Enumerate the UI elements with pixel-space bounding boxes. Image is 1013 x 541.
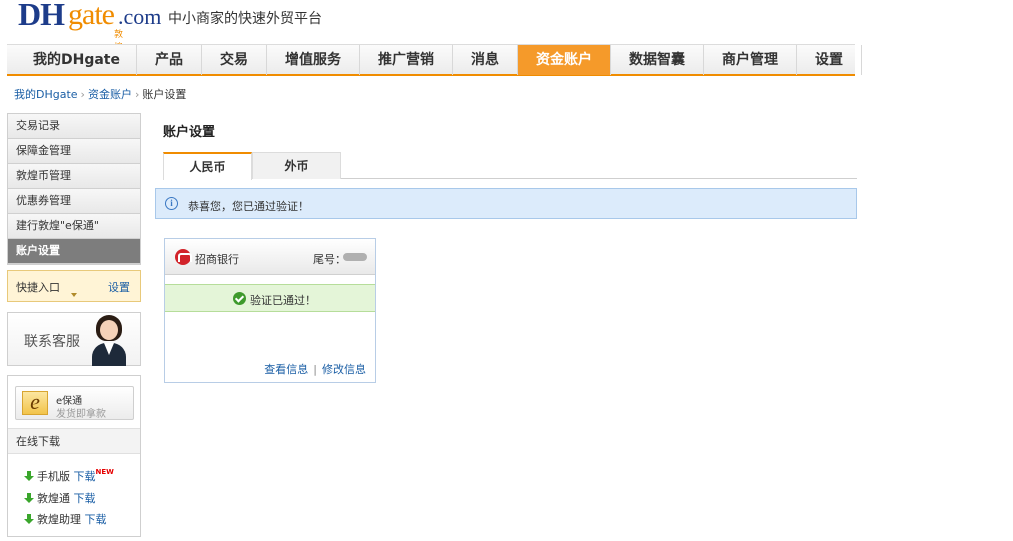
nav-data-insight[interactable]: 数据智囊 xyxy=(611,45,704,75)
breadcrumb-current: 账户设置 xyxy=(142,88,187,101)
sidebar-item-deposit[interactable]: 保障金管理 xyxy=(8,139,140,164)
card-links: 查看信息 | 修改信息 xyxy=(264,361,366,377)
page-title: 账户设置 xyxy=(163,125,216,140)
download-mobile-link[interactable]: 下载 xyxy=(74,470,96,483)
nav-settings[interactable]: 设置 xyxy=(797,45,862,75)
breadcrumb-my-dhgate[interactable]: 我的DHgate xyxy=(14,88,78,101)
download-dhtong: 敦煌通 下载 xyxy=(24,490,96,506)
download-mobile: 手机版 下载NEW xyxy=(24,468,114,484)
breadcrumb-separator: › xyxy=(80,88,85,101)
nav-marketing[interactable]: 推广营销 xyxy=(360,45,453,75)
download-title: 在线下载 xyxy=(8,428,140,454)
nav-trade[interactable]: 交易 xyxy=(202,45,267,75)
sidebar-item-ebao[interactable]: 建行敦煌"e保通" xyxy=(8,214,140,239)
download-icon xyxy=(24,493,34,503)
view-info-link[interactable]: 查看信息 xyxy=(264,363,308,376)
card-tail-masked xyxy=(343,253,367,261)
breadcrumb-funds-account[interactable]: 资金账户 xyxy=(88,88,132,101)
download-assistant: 敦煌助理 下载 xyxy=(24,511,107,527)
download-assistant-link[interactable]: 下载 xyxy=(85,513,107,526)
bank-card-header: 招商银行 尾号： xyxy=(165,239,375,275)
download-panel: e e保通 发货即拿款 在线下载 手机版 下载NEW 敦煌通 下载 敦煌助理 下… xyxy=(7,375,141,537)
breadcrumb: 我的DHgate › 资金账户 › 账户设置 xyxy=(14,86,186,102)
header: DH gate .com 敦煌网 中小商家的快速外贸平台 xyxy=(0,0,1013,66)
sidebar-item-account-settings[interactable]: 账户设置 xyxy=(8,239,140,264)
logo-gate: gate xyxy=(68,0,115,31)
chevron-down-icon[interactable] xyxy=(71,293,77,297)
sidebar-item-dh-coins[interactable]: 敦煌币管理 xyxy=(8,164,140,189)
download-name: 敦煌通 xyxy=(37,492,70,505)
currency-tabs: 人民币 外币 xyxy=(163,152,857,180)
download-name: 敦煌助理 xyxy=(37,513,81,526)
download-icon xyxy=(24,471,34,481)
check-circle-icon xyxy=(233,292,246,305)
contact-service[interactable]: 联系客服 xyxy=(7,312,141,366)
nav-funds-account[interactable]: 资金账户 xyxy=(518,45,611,75)
nav-messages[interactable]: 消息 xyxy=(453,45,518,75)
sidebar-item-coupons[interactable]: 优惠券管理 xyxy=(8,189,140,214)
ebao-icon: e xyxy=(22,391,48,415)
notice-text: 恭喜您，您已通过验证！ xyxy=(188,200,309,213)
service-agent-icon xyxy=(90,313,128,366)
verified-text: 验证已通过！ xyxy=(250,294,316,307)
tab-rmb[interactable]: 人民币 xyxy=(163,152,252,180)
sidebar-menu: 交易记录 保障金管理 敦煌币管理 优惠券管理 建行敦煌"e保通" 账户设置 xyxy=(7,113,141,265)
nav-my-dhgate[interactable]: 我的DHgate xyxy=(7,45,137,75)
card-tail-label: 尾号： xyxy=(313,253,346,266)
quick-entry-settings-link[interactable]: 设置 xyxy=(108,279,130,295)
sidebar-item-transactions[interactable]: 交易记录 xyxy=(8,114,140,139)
ebao-button[interactable]: e e保通 发货即拿款 xyxy=(15,386,134,420)
tab-foreign-currency[interactable]: 外币 xyxy=(252,152,341,179)
breadcrumb-separator: › xyxy=(134,88,140,101)
cmb-bank-icon xyxy=(175,249,192,265)
verified-status: 验证已通过！ xyxy=(165,284,375,312)
tagline: 中小商家的快速外贸平台 xyxy=(168,11,322,27)
nav-products[interactable]: 产品 xyxy=(137,45,202,75)
quick-entry-label: 快捷入口 xyxy=(16,281,60,294)
nav-merchant[interactable]: 商户管理 xyxy=(704,45,797,75)
download-name: 手机版 xyxy=(37,470,70,483)
bank-name: 招商银行 xyxy=(195,253,239,266)
logo-dh: DH xyxy=(18,0,65,32)
quick-entry[interactable]: 快捷入口 设置 xyxy=(7,270,141,302)
download-dhtong-link[interactable]: 下载 xyxy=(74,492,96,505)
link-separator: | xyxy=(313,363,317,376)
edit-info-link[interactable]: 修改信息 xyxy=(322,363,366,376)
info-icon: i xyxy=(165,197,178,210)
download-icon xyxy=(24,514,34,524)
verification-notice: i 恭喜您，您已通过验证！ xyxy=(155,188,857,219)
nav-value-added[interactable]: 增值服务 xyxy=(267,45,360,75)
main-nav: 我的DHgate 产品 交易 增值服务 推广营销 消息 资金账户 数据智囊 商户… xyxy=(7,44,862,76)
new-badge: NEW xyxy=(95,468,114,476)
bank-card: 招商银行 尾号： 验证已通过！ 查看信息 | 修改信息 xyxy=(164,238,376,383)
ebao-subtitle: 发货即拿款 xyxy=(56,409,106,420)
contact-service-label: 联系客服 xyxy=(24,334,80,350)
